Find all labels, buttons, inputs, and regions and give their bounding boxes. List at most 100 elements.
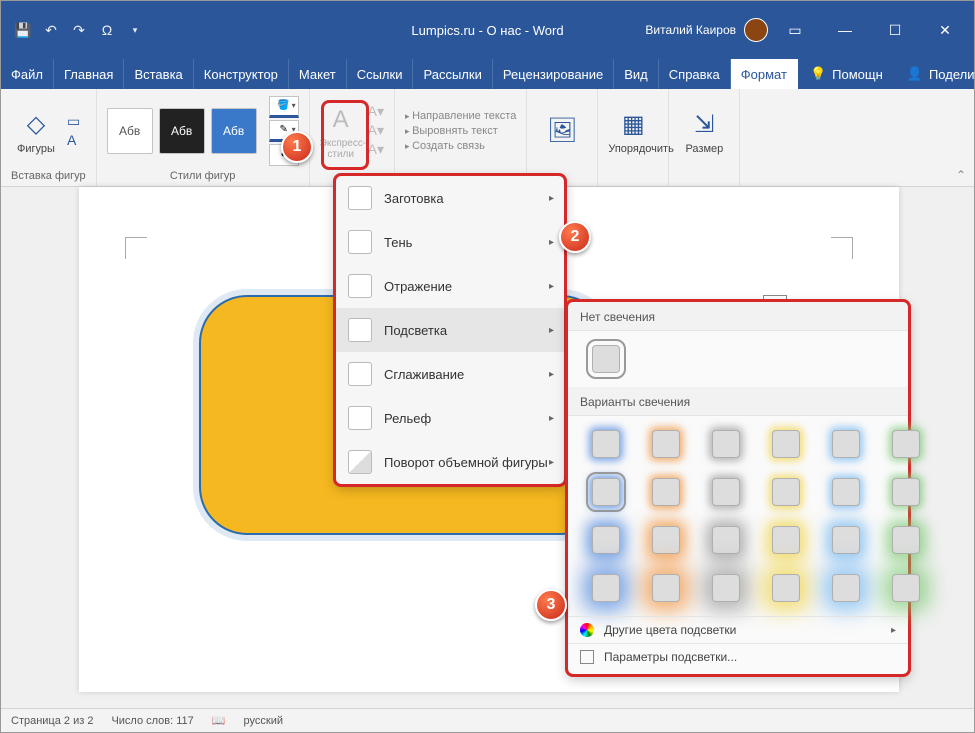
glow-swatch[interactable]	[772, 478, 800, 506]
glow-swatch[interactable]	[652, 574, 680, 602]
menu-glow[interactable]: Подсветка▸	[336, 308, 564, 352]
menu-reflection[interactable]: Отражение▸	[336, 264, 564, 308]
preset-icon	[348, 186, 372, 210]
glow-swatch[interactable]	[712, 478, 740, 506]
tab-review[interactable]: Рецензирование	[493, 59, 614, 89]
text-outline-icon[interactable]: A▾	[368, 122, 384, 139]
glow-submenu: Нет свечения Варианты свечения Другие цв…	[567, 301, 909, 675]
undo-icon[interactable]: ↶	[41, 20, 61, 40]
glow-swatch[interactable]	[832, 574, 860, 602]
menu-preset[interactable]: Заготовка▸	[336, 176, 564, 220]
share-button[interactable]: 👤Поделиться	[895, 59, 975, 89]
spellcheck-icon[interactable]: 📖	[212, 714, 226, 727]
glow-swatch[interactable]	[712, 574, 740, 602]
menu-soft-edges[interactable]: Сглаживание▸	[336, 352, 564, 396]
glow-swatch[interactable]	[772, 430, 800, 458]
menu-bevel[interactable]: Рельеф▸	[336, 396, 564, 440]
bevel-icon	[348, 406, 372, 430]
glow-swatch[interactable]	[652, 430, 680, 458]
text-box-icon[interactable]: A	[67, 132, 80, 148]
glow-swatch[interactable]	[712, 526, 740, 554]
tab-references[interactable]: Ссылки	[347, 59, 414, 89]
text-options: Направление текста Выровнять текст Созда…	[405, 110, 516, 152]
more-glow-colors[interactable]: Другие цвета подсветки▸	[568, 616, 908, 643]
alt-text-icon: 🖼	[537, 113, 587, 149]
chevron-right-icon: ▸	[549, 281, 554, 292]
text-effects-icon[interactable]: A▾	[368, 141, 384, 158]
maximize-icon[interactable]: ☐	[872, 15, 918, 45]
qat-dropdown-icon[interactable]: ▾	[125, 20, 145, 40]
ribbon-display-icon[interactable]: ▭	[772, 15, 818, 45]
size-button[interactable]: ⇲Размер	[679, 107, 729, 155]
style-swatch-1[interactable]: Абв	[107, 108, 153, 154]
shape-fill-button[interactable]: 🪣	[269, 96, 299, 118]
glow-swatch[interactable]	[712, 430, 740, 458]
tab-view[interactable]: Вид	[614, 59, 659, 89]
glow-swatch[interactable]	[652, 526, 680, 554]
glow-icon	[348, 318, 372, 342]
glow-swatch[interactable]	[892, 430, 920, 458]
tab-home[interactable]: Главная	[54, 59, 124, 89]
status-words[interactable]: Число слов: 117	[111, 715, 193, 727]
edit-shape-icon[interactable]: ▭	[67, 113, 80, 130]
style-swatch-2[interactable]: Абв	[159, 108, 205, 154]
tab-format[interactable]: Формат	[731, 59, 798, 89]
user-name[interactable]: Виталий Каиров	[645, 23, 736, 37]
shadow-icon	[348, 230, 372, 254]
text-direction-button[interactable]: Направление текста	[405, 110, 516, 122]
options-icon	[580, 650, 594, 664]
align-text-button[interactable]: Выровнять текст	[405, 125, 516, 137]
glow-swatch[interactable]	[592, 526, 620, 554]
size-icon: ⇲	[679, 107, 729, 143]
statusbar: Страница 2 из 2 Число слов: 117 📖 русски…	[1, 708, 974, 732]
glow-swatch[interactable]	[772, 574, 800, 602]
color-wheel-icon	[580, 623, 594, 637]
avatar[interactable]	[744, 18, 768, 42]
glow-swatch[interactable]	[892, 574, 920, 602]
glow-swatch[interactable]	[832, 526, 860, 554]
create-link-button[interactable]: Создать связь	[405, 140, 516, 152]
group-insert-shapes: ◇ Фигуры ▭ A Вставка фигур	[1, 89, 97, 186]
glow-swatch[interactable]	[892, 526, 920, 554]
chevron-right-icon: ▸	[549, 237, 554, 248]
reflection-icon	[348, 274, 372, 298]
glow-swatch[interactable]	[592, 430, 620, 458]
tell-me[interactable]: 💡Помощн	[798, 59, 895, 89]
menu-3d-rotation[interactable]: Поворот объемной фигуры▸	[336, 440, 564, 484]
glow-swatch[interactable]	[592, 574, 620, 602]
status-language[interactable]: русский	[244, 715, 283, 727]
save-icon[interactable]: 💾	[13, 20, 33, 40]
chevron-right-icon: ▸	[549, 413, 554, 424]
tab-file[interactable]: Файл	[1, 59, 54, 89]
glow-none-swatch[interactable]	[592, 345, 620, 373]
redo-icon[interactable]: ↷	[69, 20, 89, 40]
tab-insert[interactable]: Вставка	[124, 59, 193, 89]
glow-swatch[interactable]	[592, 478, 620, 506]
tab-design[interactable]: Конструктор	[194, 59, 289, 89]
chevron-right-icon: ▸	[549, 325, 554, 336]
shapes-gallery-button[interactable]: ◇ Фигуры	[11, 107, 61, 155]
tab-help[interactable]: Справка	[659, 59, 731, 89]
alt-text-button[interactable]: 🖼	[537, 113, 587, 149]
omega-icon[interactable]: Ω	[97, 20, 117, 40]
minimize-icon[interactable]: —	[822, 15, 868, 45]
rotation-3d-icon	[348, 450, 372, 474]
status-page[interactable]: Страница 2 из 2	[11, 715, 93, 727]
arrange-button[interactable]: ▦Упорядочить	[608, 107, 658, 155]
glow-options[interactable]: Параметры подсветки...	[568, 643, 908, 670]
lightbulb-icon: 💡	[810, 66, 826, 82]
glow-swatch[interactable]	[652, 478, 680, 506]
tab-layout[interactable]: Макет	[289, 59, 347, 89]
glow-swatch[interactable]	[892, 478, 920, 506]
arrange-icon: ▦	[608, 107, 658, 143]
style-swatch-3[interactable]: Абв	[211, 108, 257, 154]
menu-shadow[interactable]: Тень▸	[336, 220, 564, 264]
glow-swatch[interactable]	[832, 478, 860, 506]
glow-swatch[interactable]	[832, 430, 860, 458]
collapse-ribbon-icon[interactable]: ⌃	[956, 168, 966, 182]
chevron-right-icon: ▸	[549, 457, 554, 468]
glow-swatch[interactable]	[772, 526, 800, 554]
tab-mailings[interactable]: Рассылки	[413, 59, 492, 89]
close-icon[interactable]: ✕	[922, 15, 968, 45]
text-fill-icon[interactable]: A▾	[368, 103, 384, 120]
